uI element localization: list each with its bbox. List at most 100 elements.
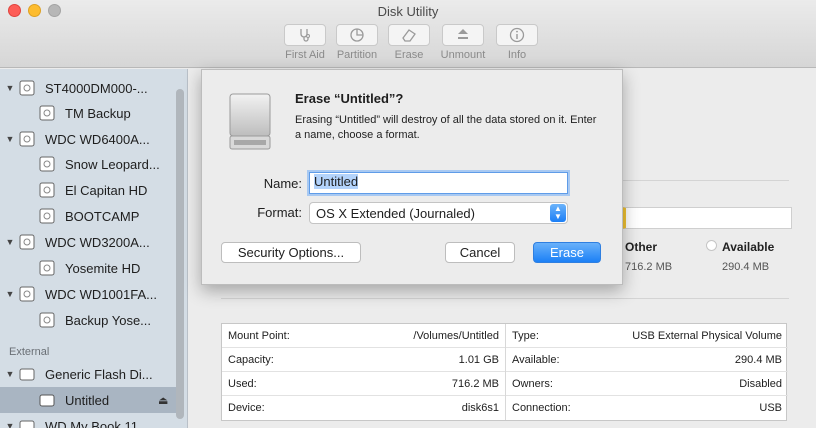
hard-disk-icon xyxy=(19,234,35,250)
sidebar-item-volume[interactable]: TM Backup xyxy=(0,100,176,126)
dialog-title: Erase “Untitled”? xyxy=(295,91,404,106)
erase-button[interactable]: Erase xyxy=(533,242,601,263)
usage-available-value: 290.4 MB xyxy=(722,261,770,273)
info-key: Type: xyxy=(512,329,539,342)
sidebar-section-external: External xyxy=(9,346,50,358)
name-input-value: Untitled xyxy=(314,174,359,189)
volume-icon xyxy=(39,208,55,224)
sidebar-item-volume[interactable]: Backup Yose... xyxy=(0,307,176,333)
dialog-message: Erasing “Untitled” will destroy of all t… xyxy=(295,114,597,141)
info-value: USB External Physical Volume xyxy=(632,329,782,342)
info-key: Device: xyxy=(228,402,265,414)
sidebar-item-external-disk[interactable]: ▼ Generic Flash Di... xyxy=(0,361,176,387)
sidebar-item-label: Generic Flash Di... xyxy=(45,366,153,382)
volume-icon xyxy=(39,156,55,172)
info-row: Used: 716.2 MB xyxy=(222,372,505,396)
sidebar-item-label: WDC WD1001FA... xyxy=(45,286,157,302)
first-aid-button[interactable]: First Aid xyxy=(277,24,333,61)
external-disk-icon xyxy=(19,368,35,381)
info-column-right: Type: USB External Physical Volume Availa… xyxy=(505,324,788,420)
sidebar-item-volume[interactable]: BOOTCAMP xyxy=(0,203,176,229)
unmount-label: Unmount xyxy=(440,49,486,61)
name-input[interactable]: Untitled xyxy=(309,172,568,194)
disclosure-triangle-icon[interactable]: ▼ xyxy=(2,237,18,247)
sidebar-item-disk[interactable]: ▼ WDC WD1001FA... xyxy=(0,281,176,307)
volume-icon xyxy=(39,260,55,276)
sidebar-item-volume[interactable]: Yosemite HD xyxy=(0,255,176,281)
format-label: Format: xyxy=(257,205,302,220)
sidebar-item-volume-selected[interactable]: Untitled ⏏ xyxy=(0,387,176,413)
unmount-button[interactable]: Unmount xyxy=(435,24,491,61)
format-select[interactable]: OS X Extended (Journaled) ▲ ▼ xyxy=(309,202,568,224)
info-value: 290.4 MB xyxy=(734,353,782,366)
sidebar-item-label: Yosemite HD xyxy=(65,260,141,276)
sidebar-item-label: WD My Book 11... xyxy=(45,418,149,428)
info-key: Available: xyxy=(512,353,560,366)
window-title: Disk Utility xyxy=(377,4,439,19)
usage-other-label: Other xyxy=(625,240,658,254)
info-row: Connection: USB xyxy=(506,396,788,420)
info-icon xyxy=(509,27,525,43)
disclosure-triangle-icon[interactable]: ▼ xyxy=(2,134,18,144)
info-value: /Volumes/Untitled xyxy=(413,329,499,342)
sidebar-item-label: BOOTCAMP xyxy=(65,208,140,224)
erase-toolbar-label: Erase xyxy=(394,49,424,61)
usage-other-value: 716.2 MB xyxy=(625,261,673,273)
info-row: Mount Point: /Volumes/Untitled xyxy=(222,324,505,348)
external-volume-icon xyxy=(39,394,55,407)
sidebar-item-label: Backup Yose... xyxy=(65,312,152,328)
sidebar-scrollbar[interactable] xyxy=(176,89,184,419)
first-aid-label: First Aid xyxy=(285,49,325,61)
info-label: Info xyxy=(507,49,527,61)
unmount-icon xyxy=(458,29,468,39)
info-key: Connection: xyxy=(512,402,571,414)
volume-icon xyxy=(39,182,55,198)
info-row: Type: USB External Physical Volume xyxy=(506,324,788,348)
disclosure-triangle-icon[interactable]: ▼ xyxy=(2,289,18,299)
sidebar-item-volume[interactable]: El Capitan HD xyxy=(0,177,176,203)
info-key: Capacity: xyxy=(228,353,274,366)
security-options-button[interactable]: Security Options... xyxy=(221,242,361,263)
cancel-button[interactable]: Cancel xyxy=(445,242,515,263)
info-column-left: Mount Point: /Volumes/Untitled Capacity: 1… xyxy=(222,324,505,420)
info-key: Mount Point: xyxy=(228,329,290,342)
name-label: Name: xyxy=(263,176,302,191)
partition-button[interactable]: Partition xyxy=(329,24,385,61)
sidebar-item-label: El Capitan HD xyxy=(65,182,148,198)
sidebar-item-label: Snow Leopard... xyxy=(65,156,160,172)
sidebar-item-disk[interactable]: ▼ WDC WD6400A... xyxy=(0,126,176,152)
disclosure-triangle-icon[interactable]: ▼ xyxy=(2,83,18,93)
sidebar-item-label: TM Backup xyxy=(65,105,131,121)
divider xyxy=(221,298,789,299)
partition-label: Partition xyxy=(336,49,378,61)
sidebar: ▼ ST4000DM000-... TM Backup ▼ WDC WD6400… xyxy=(0,69,188,428)
erase-icon xyxy=(402,29,416,42)
eject-icon[interactable]: ⏏ xyxy=(158,394,168,407)
sidebar-item-disk[interactable]: ▼ ST4000DM000-... xyxy=(0,75,176,101)
sidebar-item-external-disk[interactable]: ▼ WD My Book 11... xyxy=(0,413,176,428)
sidebar-item-disk[interactable]: ▼ WDC WD3200A... xyxy=(0,229,176,255)
disclosure-triangle-icon[interactable]: ▼ xyxy=(2,421,18,428)
stethoscope-icon xyxy=(300,29,310,42)
sidebar-item-label: WDC WD6400A... xyxy=(45,131,150,147)
partition-icon xyxy=(350,28,364,42)
erase-toolbar-button[interactable]: Erase xyxy=(381,24,437,61)
sidebar-item-label: Untitled xyxy=(65,392,110,408)
info-value: Disabled xyxy=(739,377,782,390)
volume-icon xyxy=(39,312,55,328)
select-arrows-icon: ▲ ▼ xyxy=(550,204,566,222)
info-button[interactable]: Info xyxy=(489,24,545,61)
info-key: Owners: xyxy=(512,377,553,390)
window-titlebar: Disk Utility First Aid Partition Erase U… xyxy=(0,0,816,68)
volume-info-table: Mount Point: /Volumes/Untitled Capacity: 1… xyxy=(221,323,788,421)
info-row: Device: disk6s1 xyxy=(222,396,505,420)
hard-disk-icon xyxy=(19,80,35,96)
info-row: Owners: Disabled xyxy=(506,372,788,396)
info-value: 1.01 GB xyxy=(458,353,499,366)
external-disk-icon xyxy=(19,420,35,428)
usage-bar xyxy=(622,207,792,229)
volume-icon xyxy=(39,105,55,121)
sidebar-item-volume[interactable]: Snow Leopard... xyxy=(0,151,176,177)
disclosure-triangle-icon[interactable]: ▼ xyxy=(2,369,18,379)
hard-disk-icon xyxy=(19,131,35,147)
